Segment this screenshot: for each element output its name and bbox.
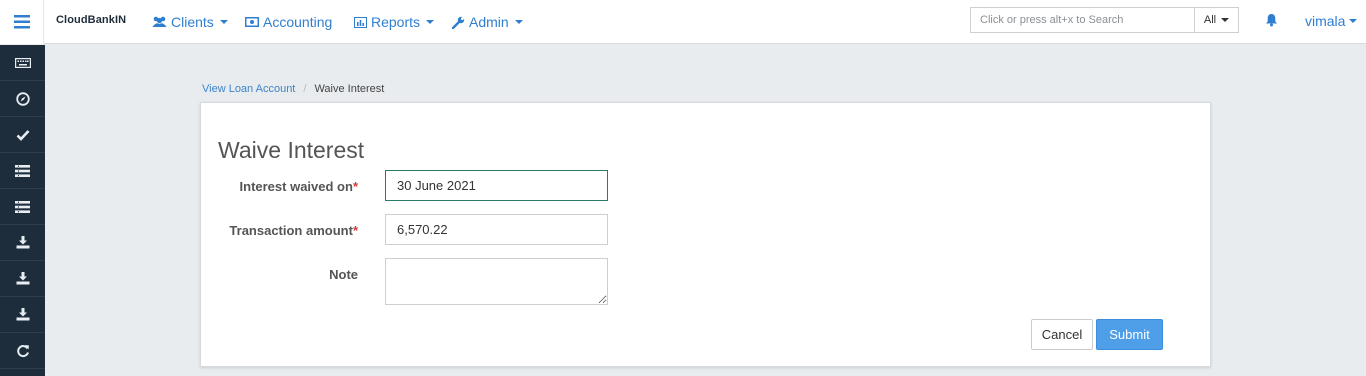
sidebar-item-download-3[interactable]: [0, 297, 45, 333]
sidebar-item-list-1[interactable]: [0, 153, 45, 189]
breadcrumb-current: Waive Interest: [314, 83, 385, 95]
chevron-down-icon: [426, 20, 435, 24]
bar-chart-icon: [354, 16, 367, 28]
sidebar-item-download-1[interactable]: [0, 225, 45, 261]
nav-admin-label: Admin: [469, 14, 509, 30]
transaction-amount-label: Transaction amount*: [201, 223, 358, 238]
check-icon: [16, 129, 29, 141]
breadcrumb-separator: /: [303, 83, 307, 95]
breadcrumb: View Loan Account / Waive Interest: [202, 83, 384, 95]
keyboard-icon: [14, 57, 31, 68]
sidebar-item-download-2[interactable]: [0, 261, 45, 297]
nav-clients-label: Clients: [171, 14, 214, 30]
wrench-icon: [452, 16, 465, 29]
note-textarea[interactable]: [385, 258, 608, 305]
nav-clients[interactable]: Clients: [152, 12, 228, 32]
brand-logo[interactable]: CloudBankIN: [56, 14, 126, 26]
sidebar-item-refresh[interactable]: [0, 333, 45, 369]
search-scope-label: All: [1203, 14, 1217, 26]
nav-reports-label: Reports: [371, 14, 421, 30]
breadcrumb-view-loan-account[interactable]: View Loan Account: [202, 83, 295, 95]
menu-toggle-button[interactable]: [0, 0, 44, 44]
nav-accounting[interactable]: Accounting: [245, 12, 332, 32]
nav-admin[interactable]: Admin: [452, 12, 523, 32]
sidebar: [0, 45, 45, 376]
page-title: Waive Interest: [218, 137, 365, 163]
users-icon: [152, 16, 167, 27]
chevron-down-icon: [1221, 18, 1230, 22]
chevron-down-icon: [1349, 19, 1358, 23]
bell-icon: [1266, 14, 1277, 27]
interest-waived-on-input[interactable]: [385, 170, 608, 201]
compass-icon: [15, 91, 30, 106]
download-icon: [16, 308, 29, 321]
interest-waived-on-label-text: Interest waived on: [239, 179, 353, 194]
search-scope-dropdown[interactable]: All: [1194, 7, 1239, 33]
sidebar-item-tasks[interactable]: [0, 117, 45, 153]
sidebar-item-navigate[interactable]: [0, 81, 45, 117]
note-label: Note: [201, 267, 358, 282]
user-menu[interactable]: vimala: [1305, 13, 1358, 29]
required-marker: *: [352, 223, 358, 238]
submit-button[interactable]: Submit: [1096, 319, 1163, 350]
chevron-down-icon: [514, 20, 523, 24]
notifications-button[interactable]: [1265, 13, 1278, 30]
transaction-amount-input[interactable]: [385, 214, 608, 245]
money-icon: [245, 17, 259, 27]
download-icon: [16, 272, 29, 285]
cancel-button[interactable]: Cancel: [1031, 319, 1093, 350]
refresh-icon: [16, 344, 29, 357]
nav-accounting-label: Accounting: [263, 14, 333, 30]
user-name: vimala: [1305, 13, 1346, 29]
sidebar-item-keyboard[interactable]: [0, 45, 45, 81]
chevron-down-icon: [219, 20, 228, 24]
sidebar-item-list-2[interactable]: [0, 189, 45, 225]
search-input[interactable]: [970, 7, 1195, 33]
download-icon: [16, 236, 29, 249]
transaction-amount-label-text: Transaction amount: [229, 223, 353, 238]
list-icon: [15, 164, 30, 177]
nav-reports[interactable]: Reports: [354, 12, 435, 32]
interest-waived-on-label: Interest waived on*: [201, 179, 358, 194]
note-label-text: Note: [329, 267, 358, 282]
list-icon: [15, 200, 30, 213]
top-navbar: CloudBankIN Clients Accounting Reports A…: [0, 0, 1366, 44]
waive-interest-card: Waive Interest Interest waived on* Trans…: [200, 102, 1211, 367]
hamburger-icon: [13, 15, 30, 29]
required-marker: *: [352, 179, 358, 194]
